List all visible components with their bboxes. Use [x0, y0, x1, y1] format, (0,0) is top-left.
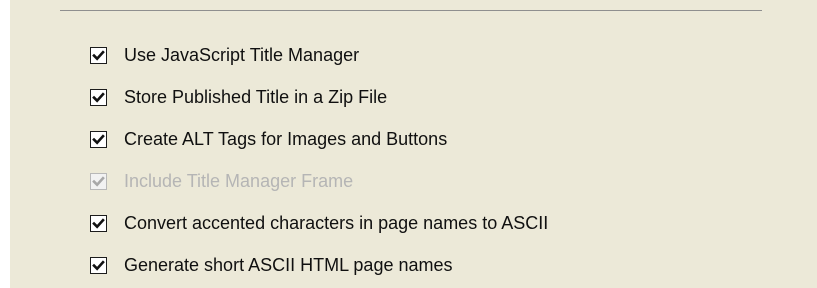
checkmark-icon [92, 91, 105, 103]
checkbox[interactable] [90, 88, 107, 106]
checkmark-icon [92, 217, 105, 229]
checkbox[interactable] [90, 46, 107, 64]
option-use-javascript-title-manager[interactable]: Use JavaScript Title Manager [90, 34, 770, 76]
checkbox [90, 172, 107, 190]
checkmark-icon [92, 49, 105, 61]
options-list: Use JavaScript Title Manager Store Publi… [90, 34, 770, 286]
checkbox[interactable] [90, 130, 107, 148]
left-margin [0, 0, 10, 288]
checkbox[interactable] [90, 256, 107, 274]
checkmark-icon [92, 175, 105, 187]
checkmark-icon [92, 133, 105, 145]
option-create-alt-tags[interactable]: Create ALT Tags for Images and Buttons [90, 118, 770, 160]
settings-panel: Use JavaScript Title Manager Store Publi… [0, 0, 817, 288]
option-include-title-manager-frame: Include Title Manager Frame [90, 160, 770, 202]
option-store-published-title-zip[interactable]: Store Published Title in a Zip File [90, 76, 770, 118]
option-label: Generate short ASCII HTML page names [124, 255, 453, 275]
checkbox[interactable] [90, 214, 107, 232]
checkmark-icon [92, 259, 105, 271]
option-label: Store Published Title in a Zip File [124, 87, 388, 107]
option-label: Include Title Manager Frame [124, 171, 354, 191]
option-label: Convert accented characters in page name… [124, 213, 549, 233]
option-label: Use JavaScript Title Manager [124, 45, 360, 65]
option-generate-short-ascii-page-names[interactable]: Generate short ASCII HTML page names [90, 244, 770, 286]
option-convert-accented-characters[interactable]: Convert accented characters in page name… [90, 202, 770, 244]
separator-line [60, 0, 762, 11]
option-label: Create ALT Tags for Images and Buttons [124, 129, 448, 149]
